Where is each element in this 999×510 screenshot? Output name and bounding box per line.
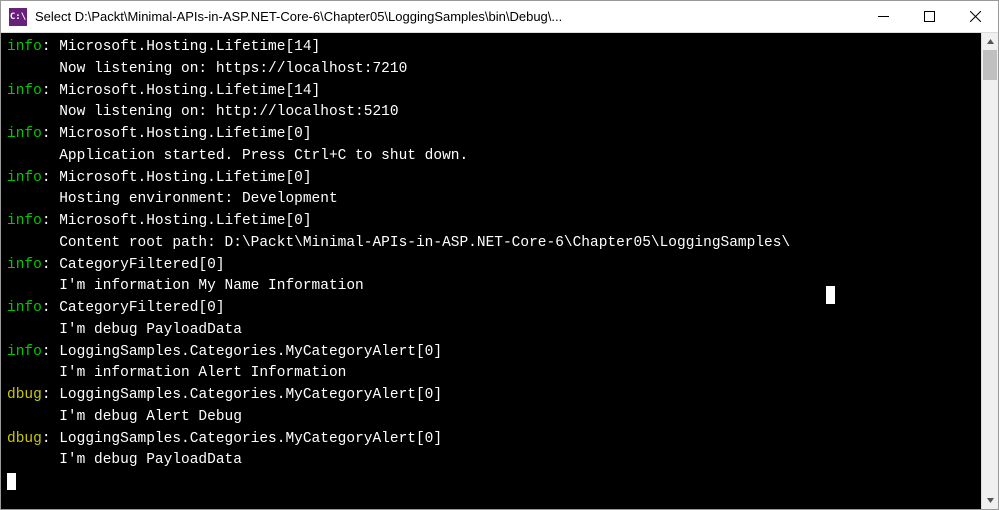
log-level: info xyxy=(7,170,42,186)
log-level: info xyxy=(7,126,42,142)
minimize-button[interactable] xyxy=(860,1,906,32)
prompt-cursor xyxy=(7,473,16,490)
log-category: : CategoryFiltered[0] xyxy=(42,257,225,273)
window-controls xyxy=(860,1,998,32)
log-category: : LoggingSamples.Categories.MyCategoryAl… xyxy=(42,387,442,403)
log-message-line: Hosting environment: Development xyxy=(7,189,975,211)
log-level: info xyxy=(7,300,42,316)
window-titlebar: C:\ Select D:\Packt\Minimal-APIs-in-ASP.… xyxy=(1,1,998,33)
log-header-line: info: Microsoft.Hosting.Lifetime[0] xyxy=(7,211,975,233)
console-output[interactable]: info: Microsoft.Hosting.Lifetime[14] Now… xyxy=(1,33,981,509)
log-category: : Microsoft.Hosting.Lifetime[14] xyxy=(42,39,320,55)
log-category: : LoggingSamples.Categories.MyCategoryAl… xyxy=(42,431,442,447)
log-level: info xyxy=(7,213,42,229)
log-message-line: Content root path: D:\Packt\Minimal-APIs… xyxy=(7,233,975,255)
scroll-down-arrow[interactable] xyxy=(982,492,998,509)
log-level: dbug xyxy=(7,431,42,447)
log-message-line: Now listening on: http://localhost:5210 xyxy=(7,102,975,124)
text-cursor xyxy=(826,286,835,304)
window-title: Select D:\Packt\Minimal-APIs-in-ASP.NET-… xyxy=(35,9,860,24)
log-header-line: info: Microsoft.Hosting.Lifetime[14] xyxy=(7,37,975,59)
log-category: : Microsoft.Hosting.Lifetime[0] xyxy=(42,126,312,142)
log-header-line: info: Microsoft.Hosting.Lifetime[0] xyxy=(7,124,975,146)
log-category: : Microsoft.Hosting.Lifetime[14] xyxy=(42,83,320,99)
app-icon: C:\ xyxy=(9,8,27,26)
log-level: info xyxy=(7,344,42,360)
scroll-thumb[interactable] xyxy=(983,50,997,80)
log-header-line: info: Microsoft.Hosting.Lifetime[0] xyxy=(7,168,975,190)
vertical-scrollbar[interactable] xyxy=(981,33,998,509)
log-message-line: Now listening on: https://localhost:7210 xyxy=(7,59,975,81)
console-area: info: Microsoft.Hosting.Lifetime[14] Now… xyxy=(1,33,998,509)
log-category: : CategoryFiltered[0] xyxy=(42,300,225,316)
log-message-line: I'm information Alert Information xyxy=(7,363,975,385)
log-category: : LoggingSamples.Categories.MyCategoryAl… xyxy=(42,344,442,360)
log-category: : Microsoft.Hosting.Lifetime[0] xyxy=(42,213,312,229)
scroll-up-arrow[interactable] xyxy=(982,33,998,50)
log-header-line: info: LoggingSamples.Categories.MyCatego… xyxy=(7,342,975,364)
close-button[interactable] xyxy=(952,1,998,32)
log-level: info xyxy=(7,39,42,55)
log-message-line: Application started. Press Ctrl+C to shu… xyxy=(7,146,975,168)
log-message-line: I'm debug Alert Debug xyxy=(7,407,975,429)
log-level: info xyxy=(7,83,42,99)
log-header-line: dbug: LoggingSamples.Categories.MyCatego… xyxy=(7,429,975,451)
log-header-line: info: Microsoft.Hosting.Lifetime[14] xyxy=(7,81,975,103)
log-message-line: I'm debug PayloadData xyxy=(7,450,975,472)
log-header-line: info: CategoryFiltered[0] xyxy=(7,255,975,277)
prompt-line xyxy=(7,472,975,494)
log-level: info xyxy=(7,257,42,273)
log-category: : Microsoft.Hosting.Lifetime[0] xyxy=(42,170,312,186)
log-header-line: dbug: LoggingSamples.Categories.MyCatego… xyxy=(7,385,975,407)
log-level: dbug xyxy=(7,387,42,403)
log-message-line: I'm debug PayloadData xyxy=(7,320,975,342)
scroll-track[interactable] xyxy=(982,50,998,492)
maximize-button[interactable] xyxy=(906,1,952,32)
